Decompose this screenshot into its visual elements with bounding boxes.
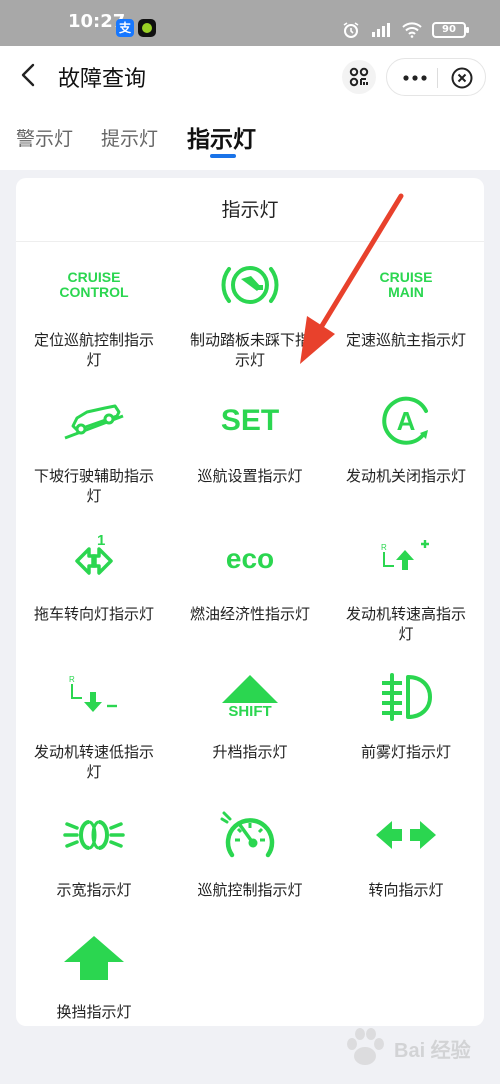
item-label: 发动机关闭指示灯 [345, 467, 466, 485]
indicator-item[interactable]: 换挡指示灯 [16, 916, 172, 1052]
item-label: 发动机转速低指示灯 [33, 743, 154, 781]
active-tab-indicator [210, 154, 236, 158]
scan-button[interactable] [342, 60, 376, 94]
svg-text:R: R [381, 543, 387, 552]
hill-descent-icon [16, 390, 172, 452]
indicator-item[interactable]: 巡航控制指示灯 [172, 794, 328, 930]
tab-warning-lights[interactable]: 警示灯 [16, 124, 73, 151]
indicator-item[interactable]: 转向指示灯 [328, 794, 484, 930]
indicator-item[interactable]: 示宽指示灯 [16, 794, 172, 930]
indicator-item[interactable]: R 发动机转速高指示灯 [328, 518, 484, 654]
icon-text: CRUISE [379, 269, 433, 285]
paw-logo-icon [347, 1028, 384, 1065]
nav-bar: 故障查询 [0, 46, 500, 106]
item-label: 制动踏板未踩下指示灯 [189, 331, 310, 369]
eco-text-icon: eco [172, 528, 328, 590]
front-fog-light-icon [328, 666, 484, 728]
baidu-watermark: Bai 经验 [336, 1024, 486, 1070]
turn-signal-icon [328, 804, 484, 866]
tab-reminder-lights[interactable]: 提示灯 [101, 124, 158, 151]
capsule-divider [437, 68, 438, 88]
item-label: 定速巡航主指示灯 [345, 331, 466, 349]
battery-icon: 90 [432, 22, 469, 38]
back-arrow-icon[interactable] [14, 60, 44, 90]
scan-icon [349, 67, 369, 87]
tab-bar: 警示灯 提示灯 指示灯 [0, 106, 500, 170]
icon-text: eco [225, 543, 275, 574]
item-label: 换挡指示灯 [56, 1003, 132, 1021]
item-label: 燃油经济性指示灯 [189, 605, 310, 623]
alarm-icon [343, 22, 359, 38]
indicator-item[interactable]: CRUISE MAIN 定速巡航主指示灯 [328, 244, 484, 380]
set-text-icon: SET [172, 390, 328, 452]
item-label: 定位巡航控制指示灯 [33, 331, 154, 369]
indicator-item[interactable]: eco 燃油经济性指示灯 [172, 518, 328, 654]
icon-text: SET [220, 404, 280, 437]
item-label: 下坡行驶辅助指示灯 [33, 467, 154, 505]
cruise-speedometer-icon [172, 804, 328, 866]
item-label: 示宽指示灯 [56, 881, 132, 899]
trailer-turn-signal-icon: 1 [16, 528, 172, 590]
indicator-item[interactable]: 制动踏板未踩下指示灯 [172, 244, 328, 380]
item-label: 转向指示灯 [368, 881, 444, 899]
status-icons: 90 [342, 18, 469, 42]
icon-text: CRUISE [67, 269, 121, 285]
wifi-icon [402, 22, 422, 38]
svg-text:A: A [397, 406, 416, 436]
indicator-card: 指示灯 CRUISE CONTROL 定位巡航控制指示灯 制动踏板未踩下指示灯 … [16, 178, 484, 1026]
svg-text:1: 1 [97, 532, 105, 549]
svg-text:R: R [69, 675, 75, 684]
card-title: 指示灯 [16, 178, 484, 242]
cruise-control-text-icon: CRUISE CONTROL [16, 254, 172, 316]
mini-program-capsule [386, 58, 486, 96]
alipay-app-icon: 支 [116, 19, 134, 37]
item-label: 升档指示灯 [212, 743, 288, 761]
shift-arrow-up-icon [16, 926, 172, 988]
indicator-item[interactable]: 1 拖车转向灯指示灯 [16, 518, 172, 654]
item-label: 发动机转速高指示灯 [345, 605, 466, 643]
indicator-item[interactable]: SET 巡航设置指示灯 [172, 380, 328, 516]
shift-down-icon: R [16, 666, 172, 728]
shift-triangle-icon: SHIFT [172, 666, 328, 728]
app-notification-icon [138, 19, 156, 37]
indicator-item[interactable]: SHIFT 升档指示灯 [172, 656, 328, 792]
icon-text: MAIN [388, 284, 424, 300]
more-icon[interactable] [401, 68, 429, 88]
side-marker-light-icon [16, 804, 172, 866]
icon-text: SHIFT [228, 703, 272, 720]
shift-up-icon: R [328, 528, 484, 590]
tab-indicator-lights[interactable]: 指示灯 [187, 120, 256, 154]
close-icon[interactable] [451, 67, 473, 89]
indicator-item[interactable]: R 发动机转速低指示灯 [16, 656, 172, 792]
page-title: 故障查询 [58, 67, 147, 92]
status-bar: 10:27 支 90 [0, 0, 500, 46]
auto-stop-icon: A [328, 390, 484, 452]
indicator-item[interactable]: CRUISE CONTROL 定位巡航控制指示灯 [16, 244, 172, 380]
item-label: 巡航设置指示灯 [197, 467, 303, 485]
item-label: 前雾灯指示灯 [360, 743, 451, 761]
brake-pedal-icon [172, 254, 328, 316]
indicator-item[interactable]: 前雾灯指示灯 [328, 656, 484, 792]
indicator-item[interactable]: 下坡行驶辅助指示灯 [16, 380, 172, 516]
icon-text: CONTROL [59, 284, 129, 300]
item-label: 拖车转向灯指示灯 [33, 605, 154, 623]
cruise-main-text-icon: CRUISE MAIN [328, 254, 484, 316]
item-label: 巡航控制指示灯 [197, 881, 303, 899]
indicator-item[interactable]: A 发动机关闭指示灯 [328, 380, 484, 516]
signal-icon [372, 23, 390, 37]
watermark-text: Bai 经验 [394, 1040, 471, 1062]
